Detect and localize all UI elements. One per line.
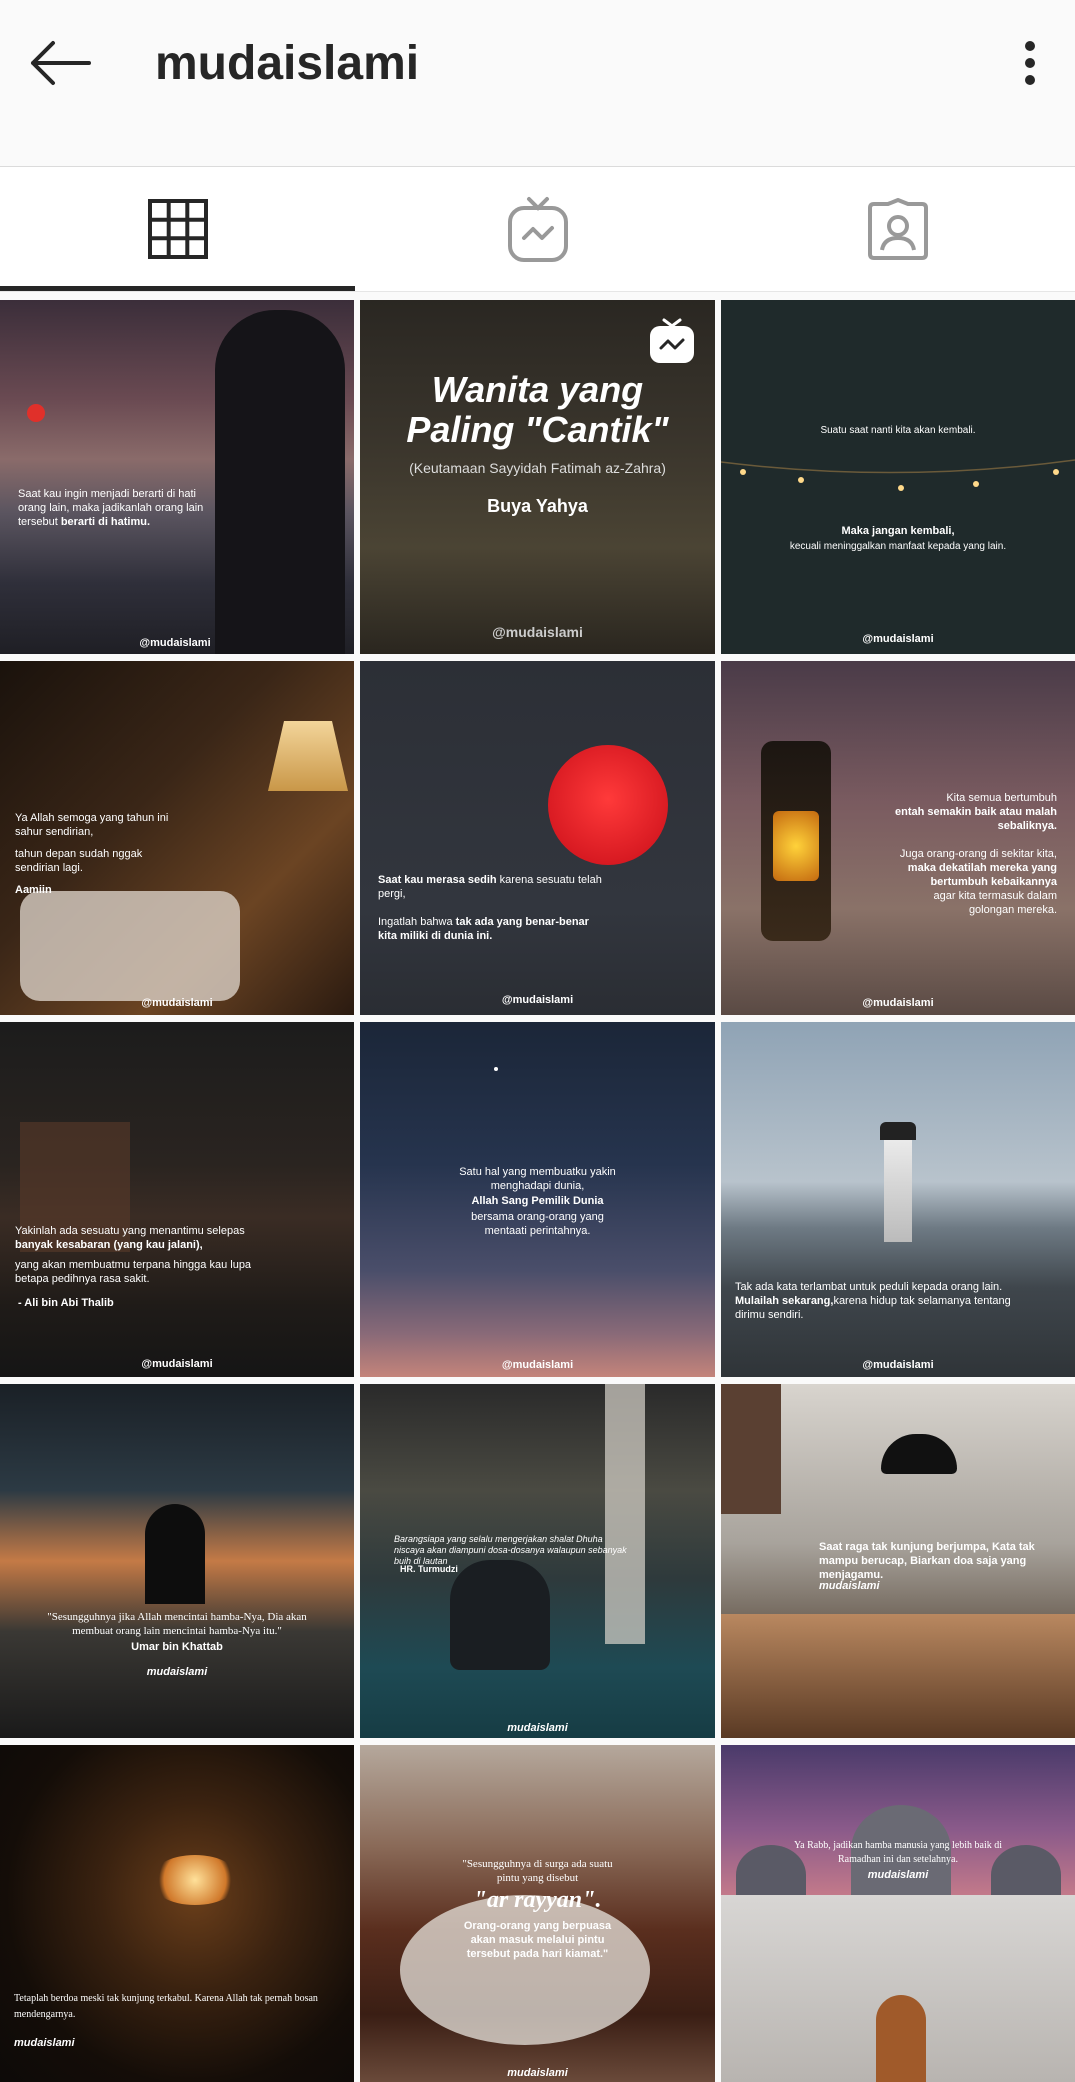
tab-grid[interactable] — [0, 167, 355, 291]
post-caption: "Sesungguhnya jika Allah mencintai hamba… — [47, 1611, 307, 1637]
post-caption: agar kita termasuk dalam golongan mereka… — [933, 890, 1058, 916]
post-highlight: "ar rayyan". — [473, 1887, 602, 1913]
watermark: @mudaislami — [141, 997, 213, 1009]
post-caption-bold: - Ali bin Abi Thalib — [18, 1297, 114, 1309]
watermark: mudaislami — [819, 1580, 880, 1592]
watermark: @mudaislami — [862, 1359, 934, 1371]
watermark: mudaislami — [14, 2037, 75, 2049]
post-title-line2: Paling "Cantik" — [406, 409, 669, 450]
watermark: @mudaislami — [139, 637, 211, 649]
back-arrow-icon — [31, 41, 91, 85]
watermark: @mudaislami — [862, 633, 934, 645]
post-author: Buya Yahya — [487, 496, 588, 516]
posts-grid: Saat kau ingin menjadi berarti di hati o… — [0, 300, 1075, 2082]
post-tile[interactable]: "Sesungguhnya jika Allah mencintai hamba… — [0, 1384, 354, 1738]
post-caption-bold: berarti di hatimu. — [60, 516, 151, 528]
watermark: @mudaislami — [501, 1359, 574, 1371]
watermark: @mudaislami — [141, 1358, 213, 1370]
watermark: @mudaislami — [492, 624, 583, 640]
post-tile[interactable]: Saat raga tak kunjung berjumpa, Kata tak… — [721, 1384, 1075, 1738]
string-lights-decoration — [721, 459, 1075, 491]
post-caption: Ya Allah semoga yang tahun ini sahur sen… — [15, 812, 169, 838]
post-caption: Juga orang-orang di sekitar kita, — [899, 848, 1057, 860]
post-tile[interactable]: Tak ada kata terlambat untuk peduli kepa… — [721, 1022, 1075, 1377]
post-caption: Ya Rabb, jadikan hamba manusia yang lebi… — [793, 1840, 1003, 1865]
post-subtitle: (Keutamaan Sayyidah Fatimah az-Zahra) — [409, 460, 666, 476]
post-caption-bold: Mulailah sekarang, — [735, 1295, 834, 1307]
watermark: mudaislami — [867, 1869, 929, 1881]
post-caption: Tetaplah berdoa meski tak kunjung terkab… — [14, 1993, 318, 2020]
post-caption: Yakinlah ada sesuatu yang menantimu sele… — [15, 1225, 245, 1237]
active-tab-indicator — [0, 286, 355, 291]
igtv-post-icon — [650, 318, 694, 363]
post-caption: Tak ada kata terlambat untuk peduli kepa… — [735, 1281, 1003, 1293]
post-caption: tahun depan sudah nggak sendirian lagi. — [15, 848, 143, 874]
post-caption: yang akan membuatmu terpana hingga kau l… — [15, 1259, 252, 1285]
post-caption: bersama orang-orang yang mentaati perint… — [471, 1211, 604, 1237]
tab-tagged[interactable] — [720, 167, 1075, 291]
post-tile[interactable]: Kita semua bertumbuh entah semakin baik … — [721, 661, 1075, 1015]
post-tile[interactable]: Barangsiapa yang selalu mengerjakan shal… — [360, 1384, 715, 1738]
watermark: @mudaislami — [501, 994, 574, 1006]
profile-tabs — [0, 167, 1075, 292]
post-tile[interactable]: Ya Rabb, jadikan hamba manusia yang lebi… — [721, 1745, 1075, 2082]
page-title: mudaislami — [155, 37, 420, 90]
post-caption-bold: Aamiin — [15, 884, 52, 896]
post-caption-bold: Orang-orang yang berpuasa akan masuk mel… — [463, 1920, 612, 1960]
post-caption: Suatu saat nanti kita akan kembali. — [820, 425, 976, 436]
more-options-button[interactable] — [1000, 30, 1060, 96]
post-caption-bold: HR. Turmudzi — [400, 1564, 458, 1574]
post-caption: Kita semua bertumbuh — [946, 792, 1057, 804]
profile-header: mudaislami — [0, 0, 1075, 167]
post-caption-bold: Maka jangan kembali, — [841, 525, 955, 537]
post-title-line1: Wanita yang — [431, 369, 644, 410]
post-tile[interactable]: Yakinlah ada sesuatu yang menantimu sele… — [0, 1022, 354, 1377]
igtv-icon — [507, 197, 568, 262]
watermark: mudaislami — [507, 1722, 568, 1734]
post-caption-bold: banyak kesabaran (yang kau jalani), — [15, 1239, 203, 1251]
watermark: mudaislami — [146, 1666, 208, 1678]
post-caption: Ingatlah bahwa — [378, 916, 456, 928]
post-caption-bold: maka dekatilah mereka yang bertumbuh keb… — [907, 862, 1057, 888]
post-caption-bold: entah semakin baik atau malah sebaliknya… — [894, 806, 1057, 832]
post-caption: Satu hal yang membuatku yakin menghadapi… — [459, 1166, 616, 1192]
post-tile[interactable]: Saat kau merasa sedih karena sesuatu tel… — [360, 661, 715, 1015]
post-tile[interactable]: "Sesungguhnya di surga ada suatu pintu y… — [360, 1745, 715, 2082]
back-button[interactable] — [24, 30, 96, 96]
watermark: mudaislami — [507, 2067, 568, 2079]
post-tile[interactable]: Satu hal yang membuatku yakin menghadapi… — [360, 1022, 715, 1377]
post-caption: "Sesungguhnya di surga ada suatu pintu y… — [462, 1858, 613, 1884]
grid-icon — [147, 199, 208, 259]
post-caption-bold: Umar bin Khattab — [131, 1641, 223, 1653]
post-tile[interactable]: Ya Allah semoga yang tahun ini sahur sen… — [0, 661, 354, 1015]
post-tile[interactable]: Suatu saat nanti kita akan kembali. Maka… — [721, 300, 1075, 654]
post-caption: kecuali meninggalkan manfaat kepada yang… — [789, 541, 1007, 552]
post-tile[interactable]: Wanita yang Paling "Cantik" (Keutamaan S… — [360, 300, 715, 654]
more-vertical-icon — [1025, 41, 1035, 85]
watermark: @mudaislami — [862, 997, 934, 1009]
post-tile[interactable]: Tetaplah berdoa meski tak kunjung terkab… — [0, 1745, 354, 2082]
post-caption-bold: Allah Sang Pemilik Dunia — [471, 1195, 604, 1207]
post-tile[interactable]: Saat kau ingin menjadi berarti di hati o… — [0, 300, 354, 654]
tagged-person-icon — [867, 198, 928, 260]
post-caption-bold: Saat raga tak kunjung berjumpa, Kata tak… — [819, 1541, 1035, 1581]
tab-igtv[interactable] — [360, 167, 715, 291]
post-caption-bold: Saat kau merasa sedih — [378, 874, 497, 886]
